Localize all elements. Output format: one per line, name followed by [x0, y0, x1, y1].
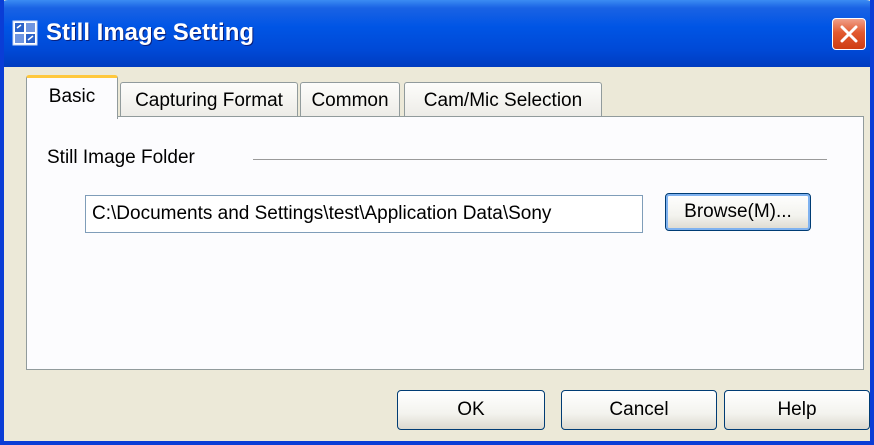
close-icon: [840, 25, 858, 43]
ok-button[interactable]: OK: [397, 390, 545, 430]
still-image-folder-label: Still Image Folder: [47, 147, 195, 168]
group-divider: [253, 159, 827, 160]
tab-capturing-format[interactable]: Capturing Format: [120, 82, 298, 118]
title-bar[interactable]: Still Image Setting: [4, 0, 870, 67]
tab-label: Capturing Format: [135, 89, 283, 111]
window-title: Still Image Setting: [46, 19, 255, 46]
tab-label: Cam/Mic Selection: [423, 89, 583, 111]
folder-path-input[interactable]: [85, 195, 643, 233]
tab-label: Basic: [48, 86, 96, 107]
tab-panel-basic: Still Image Folder Browse(M)...: [26, 116, 864, 370]
cancel-button[interactable]: Cancel: [561, 390, 717, 430]
tab-cam-mic-selection[interactable]: Cam/Mic Selection: [404, 82, 602, 118]
help-button[interactable]: Help: [724, 390, 870, 430]
tab-label: Common: [311, 89, 389, 111]
close-button[interactable]: [832, 18, 866, 50]
tab-basic[interactable]: Basic: [26, 75, 118, 119]
tab-common[interactable]: Common: [300, 82, 400, 118]
dialog-window: Still Image Setting Basic Capturing Form…: [0, 0, 874, 445]
browse-button[interactable]: Browse(M)...: [665, 193, 811, 231]
app-icon: [12, 20, 38, 46]
